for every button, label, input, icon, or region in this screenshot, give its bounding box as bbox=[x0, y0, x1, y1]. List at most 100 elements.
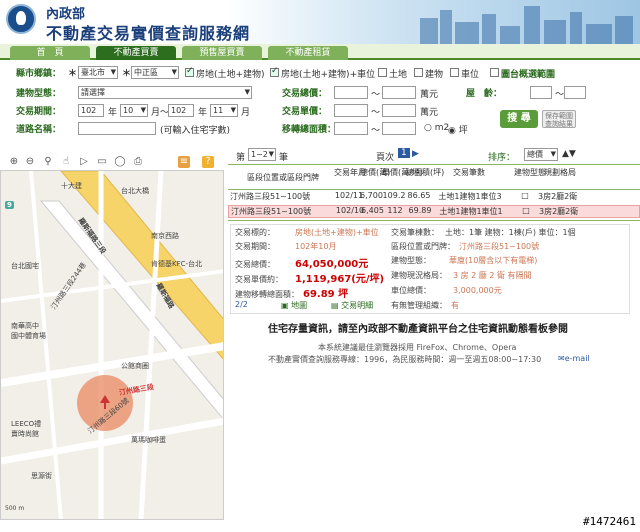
row-total: 6,405 bbox=[361, 206, 384, 215]
map-label: 賣時尚館 bbox=[11, 430, 39, 438]
sort-select[interactable]: 總價 bbox=[524, 148, 558, 161]
header-divider bbox=[228, 164, 640, 165]
rectangle-icon[interactable]: ▭ bbox=[96, 156, 108, 168]
help-icon[interactable]: ? bbox=[202, 156, 214, 168]
tab-presale[interactable]: 預售屋買賣 bbox=[182, 46, 262, 60]
period-from-month-select[interactable]: 10 bbox=[120, 104, 148, 117]
save-range-button[interactable]: 保存範圍查詢結果 bbox=[542, 110, 576, 128]
city-label: 縣市鄉鎮： bbox=[16, 69, 62, 79]
map-button[interactable]: ▣ 地圖 bbox=[281, 300, 307, 311]
detail-key: 建物現況格局： bbox=[391, 271, 447, 280]
building-label: 建物 bbox=[425, 70, 444, 80]
tab-home[interactable]: 首 頁 bbox=[10, 46, 90, 60]
parking-checkbox[interactable] bbox=[450, 68, 459, 77]
district-select[interactable]: 中正區 bbox=[131, 66, 179, 79]
print-icon[interactable]: ⎙ bbox=[132, 156, 144, 168]
tilde: ～ bbox=[371, 126, 381, 136]
page-range-select[interactable]: 1~2 bbox=[248, 148, 276, 161]
road-name-input[interactable] bbox=[78, 122, 156, 135]
map-label: 台北國宅 bbox=[11, 262, 39, 270]
email-link[interactable]: ✉e-mail bbox=[558, 354, 590, 363]
area-min-input[interactable] bbox=[334, 122, 368, 135]
detail-value: 3 房 2 廳 2 衛 有隔間 bbox=[453, 271, 532, 280]
detail-key: 區段位置或門牌： bbox=[391, 242, 455, 251]
period-to-year-input[interactable]: 102 bbox=[168, 104, 194, 117]
detail-value: 房地(土地+建物)+車位 bbox=[295, 228, 379, 237]
city-select[interactable]: 臺北市 bbox=[78, 66, 118, 79]
col-total: 總價(萬) bbox=[360, 168, 391, 177]
map-label: LEECO禮 bbox=[11, 420, 42, 428]
map-button-label: 地圖 bbox=[291, 301, 308, 310]
layers-icon[interactable]: ≡ bbox=[178, 156, 190, 168]
table-row-selected[interactable]: 汀州路三段51~100號 102/10 6,405 112 69.89 土地1建… bbox=[228, 205, 640, 218]
area-unit-m2-radio[interactable]: ○ m2 bbox=[424, 123, 449, 133]
total-price-max-input[interactable] bbox=[382, 86, 416, 99]
sort-label: 排序： bbox=[488, 153, 516, 163]
detail-value: 3,000,000元 bbox=[453, 286, 502, 295]
month-unit: 月～ bbox=[151, 108, 170, 118]
ping-label: 坪 bbox=[458, 126, 468, 136]
promo-link[interactable]: 住宅存量資訊，請至內政部不動產資訊平台之住宅資訊動態看板參閱 bbox=[268, 320, 568, 335]
map-label: 肯德基KFC-台北 bbox=[151, 260, 203, 268]
land-label: 土地 bbox=[389, 70, 408, 80]
circle-icon[interactable]: ◯ bbox=[114, 156, 126, 168]
unit-price-min-input[interactable] bbox=[334, 104, 368, 117]
pages-label: 頁次 bbox=[376, 153, 395, 163]
skyline-building bbox=[524, 6, 540, 44]
detail-key: 車位總價： bbox=[391, 286, 431, 295]
detail-key: 建物型態： bbox=[391, 256, 431, 265]
transaction-detail-button[interactable]: ▤ 交易明細 bbox=[331, 300, 373, 311]
detail-key: 交易總價： bbox=[235, 260, 275, 269]
period-to-month-select[interactable]: 11 bbox=[210, 104, 238, 117]
row-address: 汀州路三段51~100號 bbox=[230, 192, 311, 201]
detail-value: 102年10月 bbox=[295, 242, 337, 251]
building-checkbox[interactable] bbox=[414, 68, 423, 77]
zoom-in-icon[interactable]: ⊕ bbox=[8, 156, 20, 168]
page-next-icon[interactable]: ▶ bbox=[412, 149, 419, 159]
page-number[interactable]: 1 bbox=[398, 148, 410, 158]
area-max-input[interactable] bbox=[382, 122, 416, 135]
detail-value: 土地：1筆 建物：1棟(戶) 車位：1個 bbox=[445, 228, 576, 237]
house-land-parking-checkbox[interactable] bbox=[270, 66, 279, 77]
watermark: #1472461 bbox=[583, 515, 636, 528]
detail-key: 建物移轉總面積： bbox=[235, 290, 299, 299]
measure-icon[interactable]: ⚲ bbox=[42, 156, 54, 168]
skyline-building bbox=[544, 20, 566, 44]
zoom-out-icon[interactable]: ⊖ bbox=[24, 156, 36, 168]
table-row[interactable]: 汀州路三段51~100號 102/11 6,700 109.2 86.65 土地… bbox=[228, 191, 640, 204]
skyline-building bbox=[570, 12, 582, 44]
row-type-icon[interactable]: □ bbox=[518, 191, 532, 200]
row-total: 6,700 bbox=[360, 191, 383, 200]
hand-icon[interactable]: ☝ bbox=[60, 156, 72, 168]
total-price-min-input[interactable] bbox=[334, 86, 368, 99]
search-button[interactable]: 搜 尋 bbox=[500, 110, 538, 128]
tab-rental[interactable]: 不動產租賃 bbox=[268, 46, 348, 60]
unit-price-value: 1,119,967(元/坪) bbox=[295, 274, 385, 285]
unit-price-max-input[interactable] bbox=[382, 104, 416, 117]
house-land-checkbox[interactable] bbox=[185, 66, 194, 77]
tilde: ～ bbox=[371, 108, 381, 118]
map-label: 十大建 bbox=[61, 182, 82, 190]
detail-pager[interactable]: 2/2 bbox=[235, 300, 248, 309]
detail-box: 交易標的： 房地(土地+建物)+車位 交易期間： 102年10月 交易總價： 64,0… bbox=[230, 224, 630, 314]
land-checkbox[interactable] bbox=[378, 68, 387, 77]
tilde: ～ bbox=[371, 90, 381, 100]
select-icon[interactable]: ▷ bbox=[78, 156, 90, 168]
page-suffix: 筆 bbox=[279, 153, 289, 163]
road-label: 道路名稱： bbox=[16, 125, 62, 135]
row-type-icon[interactable]: □ bbox=[519, 206, 533, 215]
age-min-input[interactable] bbox=[530, 86, 552, 99]
building-type-select[interactable]: 請選擇 bbox=[78, 86, 252, 99]
row-area: 86.65 bbox=[407, 191, 431, 200]
area-label: 移轉總面積： bbox=[282, 125, 337, 135]
sort-order-icon[interactable]: ▲▼ bbox=[562, 149, 576, 159]
map-range-checkbox[interactable] bbox=[490, 68, 499, 77]
tab-real-estate-sales[interactable]: 不動產買賣 bbox=[96, 46, 176, 60]
period-from-year-input[interactable]: 102 bbox=[78, 104, 104, 117]
page-prefix: 第 bbox=[236, 153, 246, 163]
map-panel[interactable]: 9 十大建 台北大橋 台北國宅 南京西路 肯德基KFC-台北 汀州路三段244巷… bbox=[0, 170, 224, 520]
area-unit-ping-radio[interactable]: ◉ 坪 bbox=[448, 123, 468, 136]
highway-badge: 9 bbox=[5, 201, 14, 209]
age-max-input[interactable] bbox=[564, 86, 586, 99]
wan-unit: 萬元 bbox=[420, 90, 439, 100]
